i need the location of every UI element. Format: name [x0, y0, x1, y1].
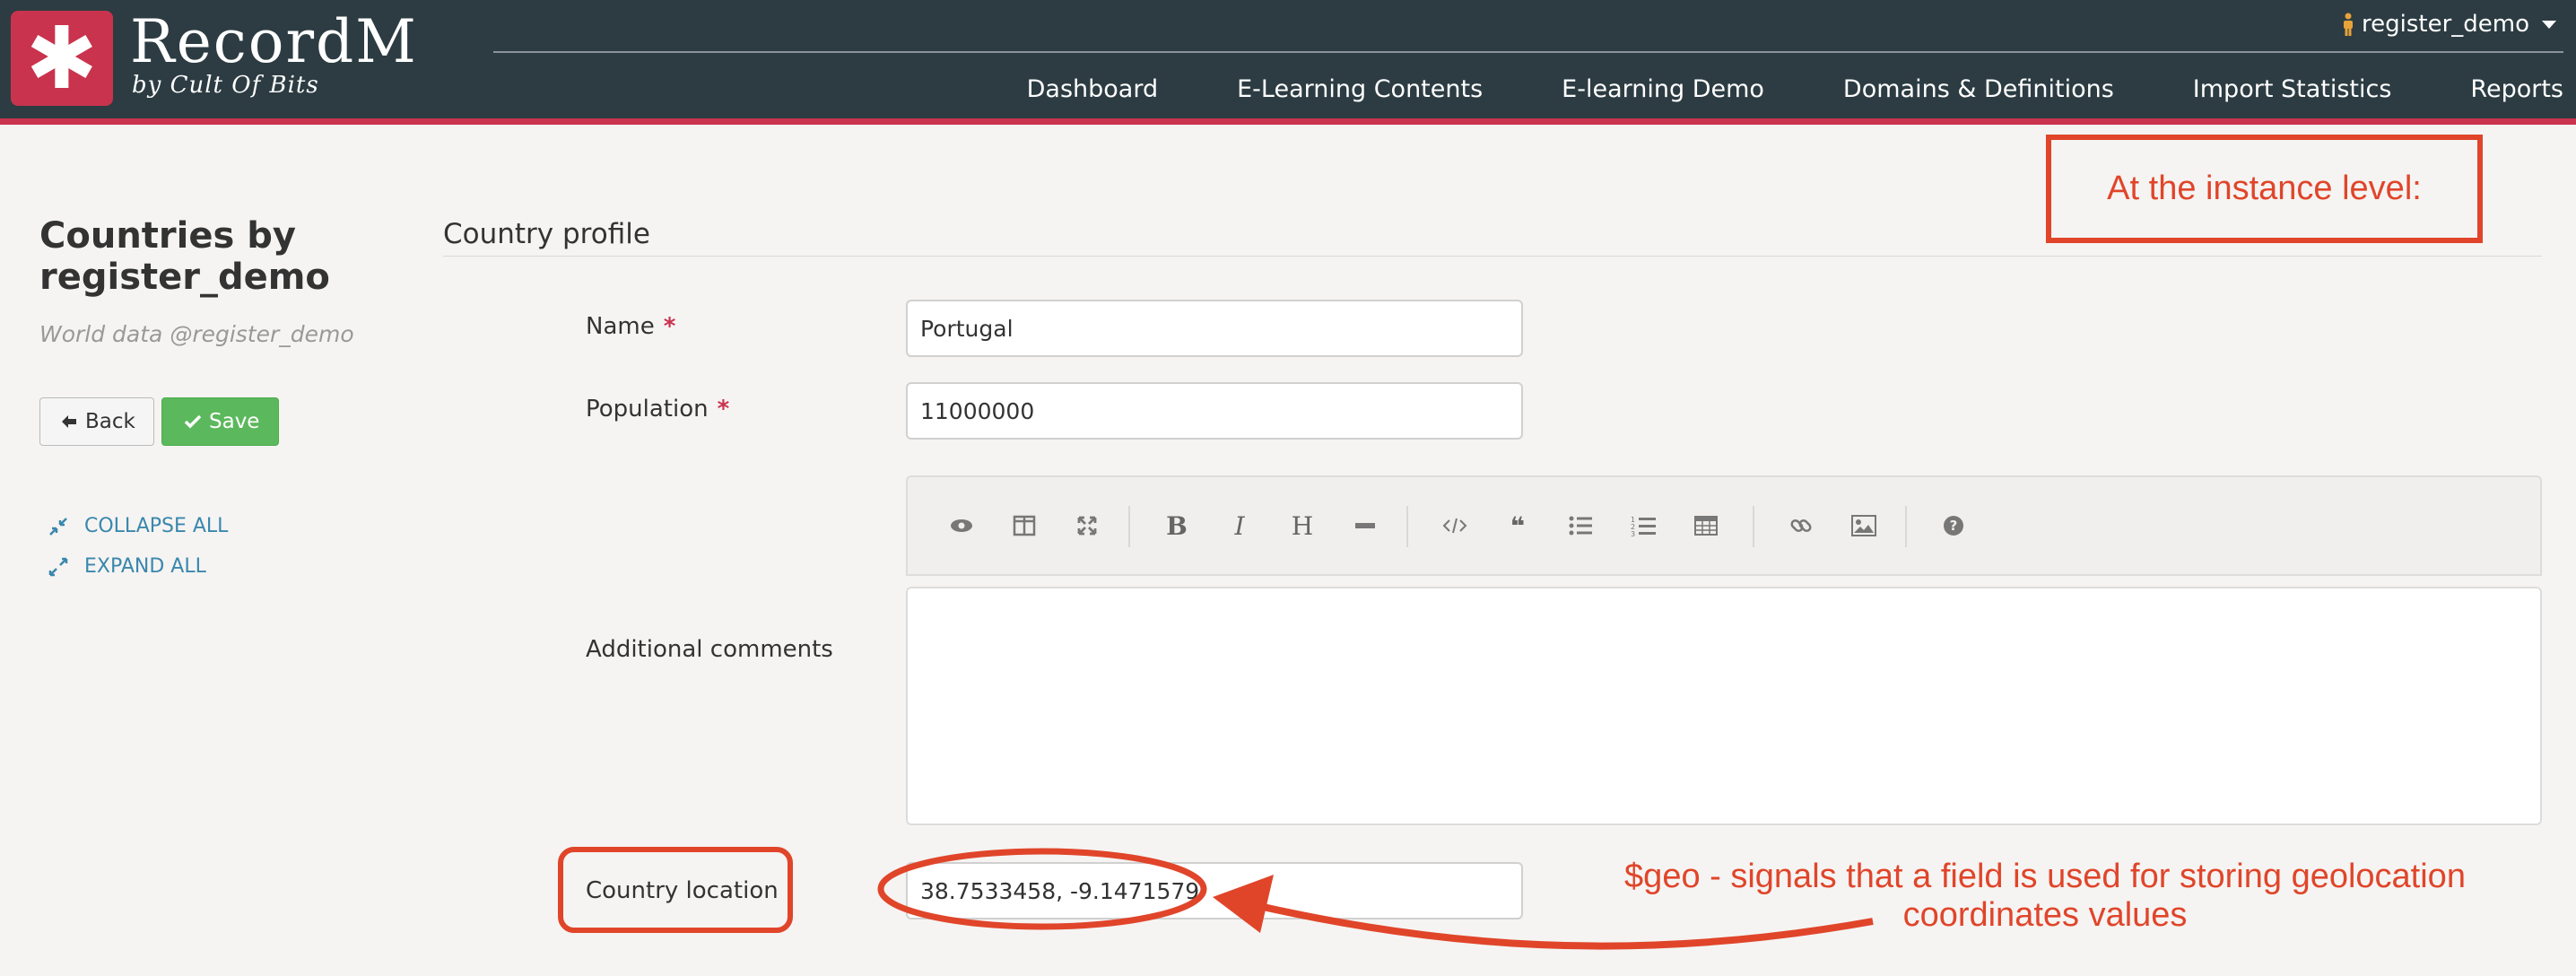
toolbar-separator	[1128, 506, 1130, 547]
svg-text:?: ?	[1950, 518, 1958, 534]
nav-import-statistics[interactable]: Import Statistics	[2154, 75, 2432, 103]
svg-text:3: 3	[1631, 530, 1635, 536]
asterisk-logo-icon: ✱	[25, 8, 99, 109]
header-divider	[493, 51, 2563, 53]
nav-dashboard[interactable]: Dashboard	[988, 75, 1197, 103]
brand-name[interactable]: RecordM	[130, 7, 418, 76]
nav-reports[interactable]: Reports	[2431, 75, 2576, 103]
image-icon[interactable]	[1846, 508, 1882, 544]
back-button[interactable]: Back	[39, 397, 154, 446]
check-icon	[184, 414, 202, 429]
top-navbar: ✱ RecordM by Cult Of Bits register_demo …	[0, 0, 2576, 118]
main-nav: Dashboard E-Learning Contents E-learning…	[988, 75, 2576, 103]
nav-elearning-contents[interactable]: E-Learning Contents	[1197, 75, 1522, 103]
comments-label: Additional comments	[586, 636, 833, 663]
unordered-list-icon[interactable]	[1562, 508, 1598, 544]
page-subtitle: World data @register_demo	[39, 321, 354, 347]
toolbar-separator	[1753, 506, 1754, 547]
markdown-editor: B I H ❝ 123 ?	[906, 475, 2542, 825]
editor-toolbar: B I H ❝ 123 ?	[906, 475, 2542, 576]
bold-icon[interactable]: B	[1159, 508, 1195, 544]
save-label: Save	[209, 410, 260, 433]
italic-icon[interactable]: I	[1222, 508, 1258, 544]
save-button[interactable]: Save	[161, 397, 279, 446]
brand-tagline: by Cult Of Bits	[132, 72, 319, 99]
horizontal-rule-icon[interactable]	[1347, 508, 1383, 544]
ordered-list-icon[interactable]: 123	[1625, 508, 1661, 544]
expand-all-label: EXPAND ALL	[84, 555, 206, 578]
page-title: Countries by register_demo	[39, 215, 330, 298]
location-input[interactable]: 38.7533458, -9.1471579	[906, 862, 1523, 919]
annotation-location-box	[558, 847, 793, 933]
compress-icon	[49, 517, 67, 536]
section-divider	[443, 256, 2542, 257]
fullscreen-icon[interactable]	[1069, 508, 1105, 544]
annotation-instance-text: At the instance level:	[2107, 170, 2422, 207]
heading-icon[interactable]: H	[1284, 508, 1320, 544]
preview-icon[interactable]	[944, 508, 979, 544]
help-icon[interactable]: ?	[1936, 508, 1971, 544]
side-by-side-icon[interactable]	[1006, 508, 1042, 544]
arrow-left-icon	[62, 415, 76, 428]
required-marker: *	[663, 313, 676, 340]
collapse-all-label: COLLAPSE ALL	[84, 515, 229, 537]
section-title: Country profile	[443, 218, 650, 250]
comments-textarea[interactable]	[906, 587, 2542, 825]
nav-elearning-demo[interactable]: E-learning Demo	[1522, 75, 1804, 103]
required-marker: *	[717, 396, 730, 423]
annotation-instance-box: At the instance level:	[2046, 135, 2483, 243]
annotation-geo-text: $geo - signals that a field is used for …	[1624, 858, 2466, 934]
toolbar-separator	[1406, 506, 1408, 547]
nav-domains-definitions[interactable]: Domains & Definitions	[1804, 75, 2154, 103]
user-menu[interactable]: register_demo	[2342, 11, 2556, 38]
user-name: register_demo	[2361, 11, 2529, 38]
expand-icon	[48, 557, 68, 576]
toolbar-separator	[1905, 506, 1907, 547]
expand-all-link[interactable]: EXPAND ALL	[48, 555, 206, 578]
population-input[interactable]: 11000000	[906, 382, 1523, 440]
header-accent-line	[0, 118, 2576, 125]
code-icon[interactable]	[1437, 508, 1473, 544]
caret-down-icon	[2542, 20, 2556, 29]
name-label: Name *	[586, 313, 676, 340]
user-icon	[2343, 13, 2353, 36]
collapse-all-link[interactable]: COLLAPSE ALL	[48, 515, 228, 537]
back-label: Back	[85, 410, 135, 433]
table-icon[interactable]	[1688, 508, 1724, 544]
population-label: Population *	[586, 396, 730, 423]
link-icon[interactable]	[1783, 508, 1819, 544]
logo[interactable]: ✱	[11, 11, 113, 106]
name-input[interactable]: Portugal	[906, 300, 1523, 357]
quote-icon[interactable]: ❝	[1500, 508, 1536, 544]
